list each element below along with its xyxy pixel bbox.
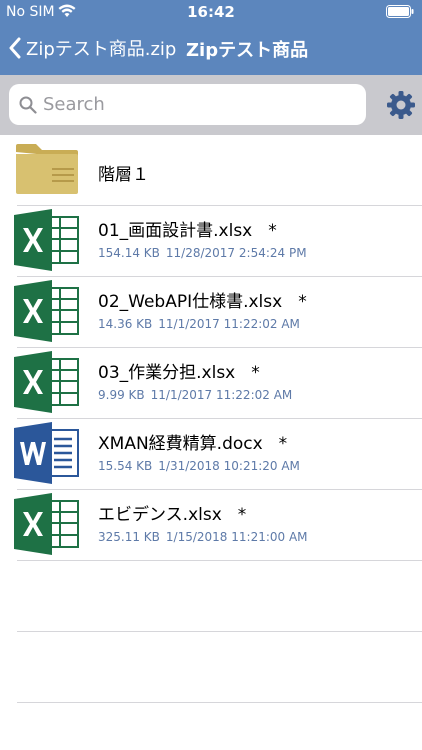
word-file-icon <box>14 422 79 484</box>
item-meta: 14.36 KB 11/1/2017 11:22:02 AM <box>98 317 300 331</box>
file-size: 15.54 KB <box>98 459 153 473</box>
excel-file-icon <box>14 493 79 555</box>
excel-file-icon <box>14 209 79 271</box>
list-item-file[interactable]: エビデンス.xlsx * 325.11 KB 1/15/2018 11:21:00 … <box>14 490 422 561</box>
modified-star: * <box>278 434 288 454</box>
magnifier-icon <box>19 96 37 114</box>
file-size: 325.11 KB <box>98 530 160 544</box>
modified-star: * <box>268 221 277 241</box>
excel-file-icon <box>14 280 79 342</box>
file-list: 階層１ 01_画面設計書.xlsx * 154.14 KB 11/28/2017 2… <box>0 135 422 703</box>
item-meta: 9.99 KB 11/1/2017 11:22:02 AM <box>98 388 292 402</box>
clock-time: 16:42 <box>187 3 235 21</box>
item-name: 03_作業分担.xlsx * <box>98 363 260 383</box>
item-name: XMAN経費精算.docx * <box>98 434 288 454</box>
item-name: 階層１ <box>98 165 149 185</box>
file-date: 11/1/2017 11:22:02 AM <box>158 317 300 331</box>
file-date: 1/31/2018 10:21:20 AM <box>158 459 300 473</box>
folder-icon <box>16 144 78 194</box>
chevron-left-icon <box>9 37 21 59</box>
modified-star: * <box>251 363 260 383</box>
file-size: 14.36 KB <box>98 317 153 331</box>
list-item-file[interactable]: 02_WebAPI仕様書.xlsx * 14.36 KB 11/1/2017 11:… <box>14 277 422 348</box>
item-name: 01_画面設計書.xlsx * <box>98 221 277 241</box>
list-item-folder[interactable]: 階層１ <box>16 135 422 206</box>
item-meta: 15.54 KB 1/31/2018 10:21:20 AM <box>98 459 300 473</box>
battery-icon <box>386 5 414 18</box>
top-bar: No SIM 16:42 Zipテスト商品.zip Zipテスト商品 <box>0 0 422 75</box>
search-bar <box>0 75 422 135</box>
file-size: 154.14 KB <box>98 246 160 260</box>
file-date: 11/28/2017 2:54:24 PM <box>165 246 307 260</box>
file-size: 9.99 KB <box>98 388 145 402</box>
status-bar: No SIM 16:42 <box>0 0 422 24</box>
navigation-bar: Zipテスト商品.zip Zipテスト商品 <box>0 24 422 75</box>
page-title: Zipテスト商品 <box>186 40 309 61</box>
excel-file-icon <box>14 351 79 413</box>
search-input[interactable] <box>43 94 343 115</box>
item-meta: 154.14 KB 11/28/2017 2:54:24 PM <box>98 246 307 260</box>
back-button-label: Zipテスト商品.zip <box>26 39 177 60</box>
gear-icon[interactable] <box>386 90 416 120</box>
empty-row <box>17 632 422 703</box>
search-field[interactable] <box>9 84 366 125</box>
file-date: 11/1/2017 11:22:02 AM <box>150 388 293 402</box>
item-meta: 325.11 KB 1/15/2018 11:21:00 AM <box>98 530 308 544</box>
list-item-file[interactable]: XMAN経費精算.docx * 15.54 KB 1/31/2018 10:21:2… <box>14 419 422 490</box>
item-name: エビデンス.xlsx * <box>98 505 247 525</box>
back-button[interactable]: Zipテスト商品.zip <box>8 33 176 63</box>
modified-star: * <box>298 292 307 312</box>
empty-row <box>17 561 422 632</box>
item-name: 02_WebAPI仕様書.xlsx * <box>98 292 307 312</box>
list-item-file[interactable]: 03_作業分担.xlsx * 9.99 KB 11/1/2017 11:22:02 … <box>14 348 422 419</box>
list-item-file[interactable]: 01_画面設計書.xlsx * 154.14 KB 11/28/2017 2:54:… <box>14 206 422 277</box>
modified-star: * <box>237 505 247 525</box>
file-date: 1/15/2018 11:21:00 AM <box>165 530 308 544</box>
